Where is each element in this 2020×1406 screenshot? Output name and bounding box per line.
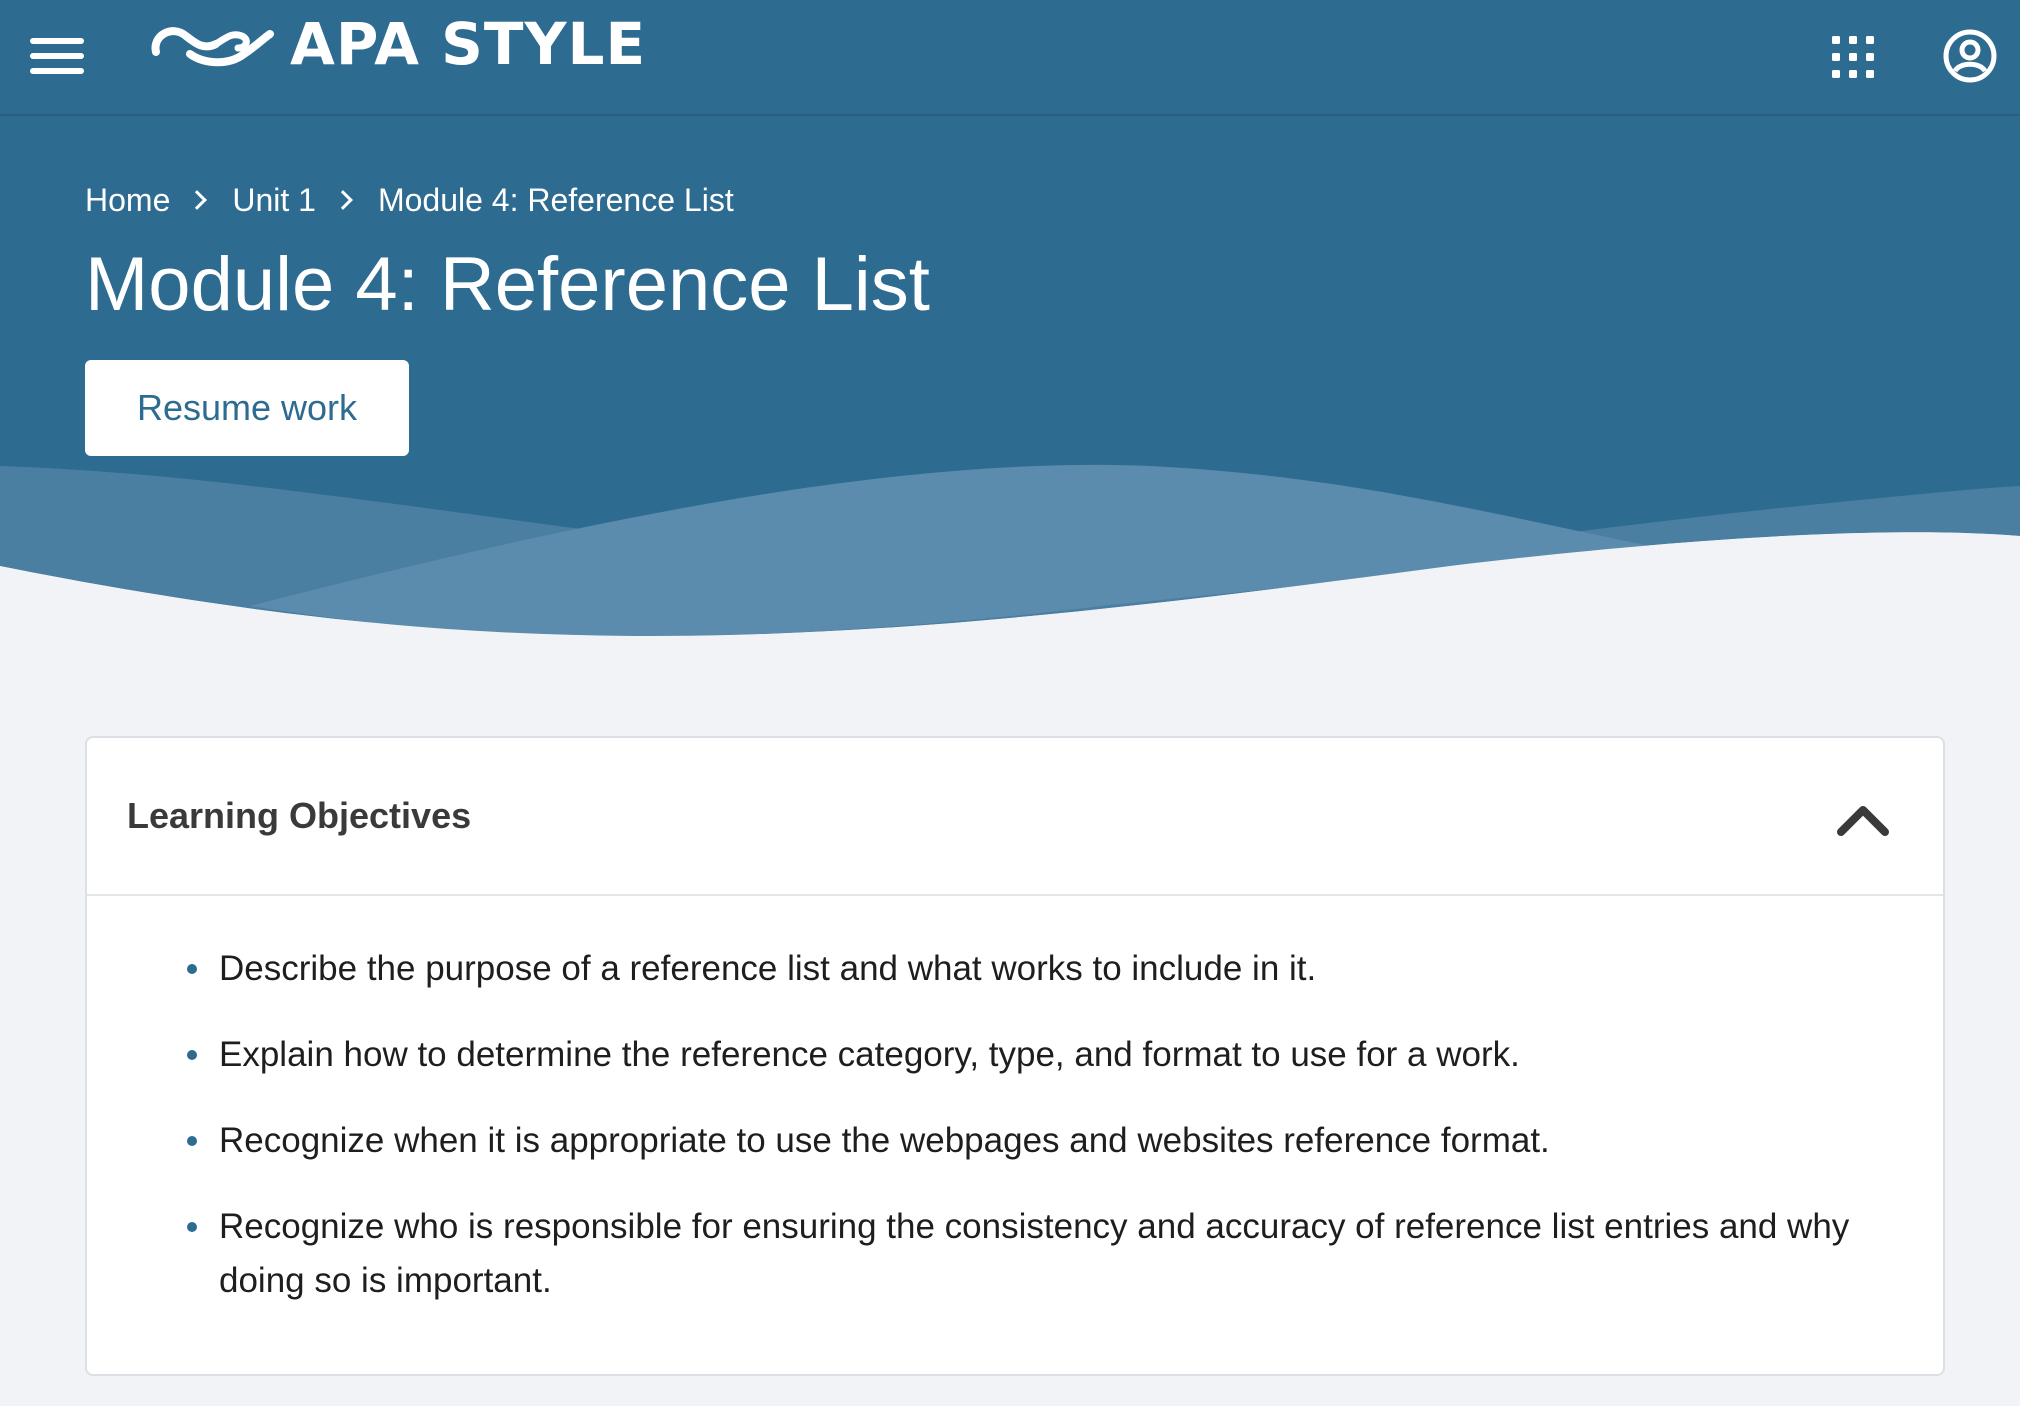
objective-item: Explain how to determine the reference c…: [187, 1028, 1907, 1082]
top-navigation-bar: APA STYLE: [0, 0, 2020, 116]
page-title: Module 4: Reference List: [85, 242, 930, 327]
learning-objectives-panel: Learning Objectives Describe the purpose…: [85, 736, 1945, 1376]
chevron-up-icon[interactable]: [1835, 798, 1891, 838]
apps-grid-icon[interactable]: [1830, 34, 1876, 80]
logo-text: APA STYLE: [290, 10, 647, 78]
objective-item: Describe the purpose of a reference list…: [187, 942, 1907, 996]
hamburger-menu-icon[interactable]: [30, 36, 84, 76]
learning-objectives-list: Describe the purpose of a reference list…: [187, 942, 1907, 1340]
objective-item: Recognize who is responsible for ensurin…: [187, 1200, 1907, 1308]
apa-logo-icon: [151, 27, 274, 67]
chevron-right-icon: [187, 190, 208, 210]
user-account-icon[interactable]: [1942, 28, 1998, 84]
breadcrumb-current-page: Module 4: Reference List: [377, 181, 734, 218]
breadcrumb-home-link[interactable]: Home: [85, 182, 170, 219]
breadcrumb-unit-link[interactable]: Unit 1: [232, 182, 316, 219]
objective-item: Recognize when it is appropriate to use …: [187, 1114, 1907, 1168]
chevron-right-icon: [333, 190, 353, 210]
learning-objectives-header[interactable]: Learning Objectives: [87, 738, 1943, 896]
resume-work-button[interactable]: Resume work: [85, 360, 409, 456]
apa-style-logo[interactable]: APA STYLE: [146, 14, 646, 74]
learning-objectives-title: Learning Objectives: [127, 795, 472, 836]
breadcrumb: Home Unit 1 Module 4: Reference List: [85, 178, 734, 222]
